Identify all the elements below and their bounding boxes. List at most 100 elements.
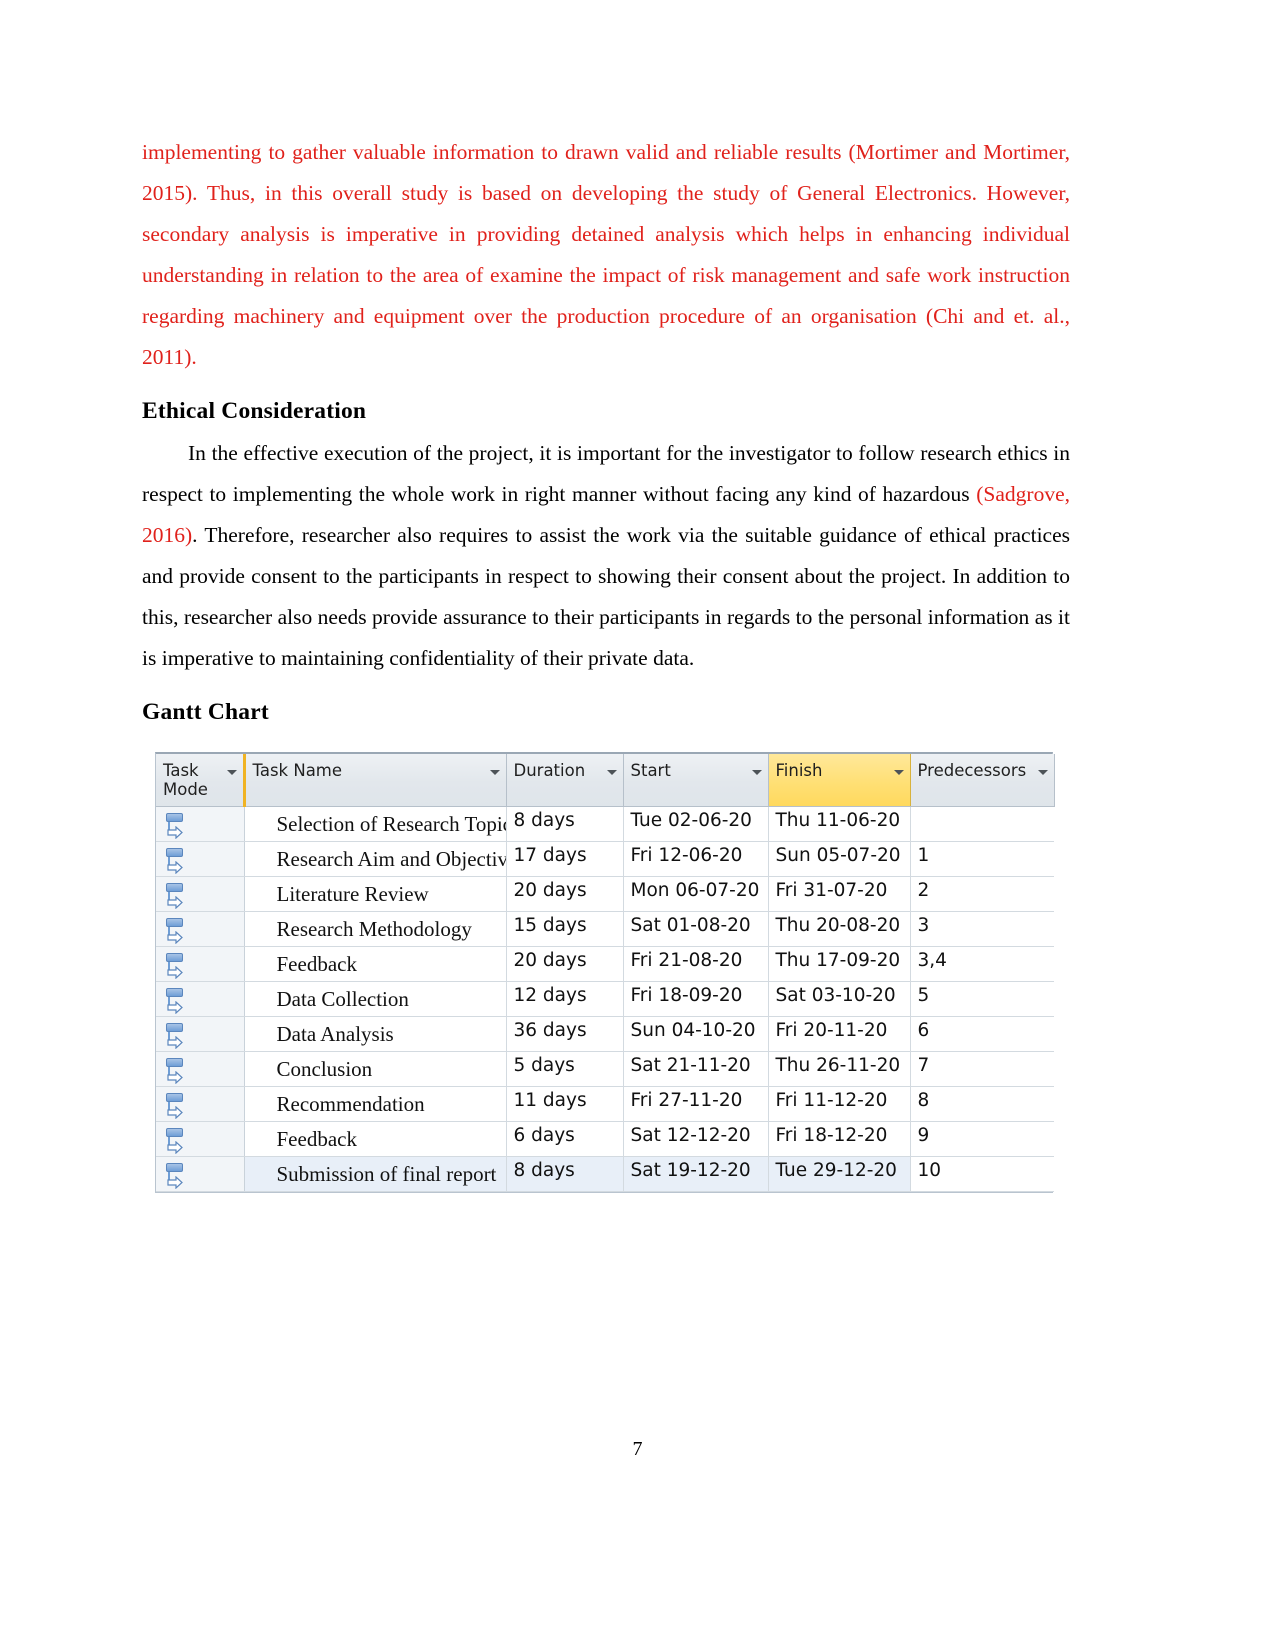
cell-start[interactable]: Fri 21-08-20 bbox=[623, 946, 769, 982]
cell-task-mode[interactable] bbox=[156, 946, 245, 982]
column-header-finish[interactable]: Finish bbox=[767, 754, 911, 807]
cell-task-name[interactable]: Research Aim and Objectives bbox=[244, 841, 507, 877]
cell-task-name[interactable]: Data Analysis bbox=[244, 1016, 507, 1052]
cell-finish[interactable]: Fri 18-12-20 bbox=[768, 1121, 911, 1157]
column-header-start[interactable]: Start bbox=[623, 754, 769, 807]
table-row[interactable]: Data Collection 12 days Fri 18-09-20 Sat 03… bbox=[156, 981, 1054, 1017]
cell-finish[interactable]: Thu 20-08-20 bbox=[768, 911, 911, 947]
cell-start[interactable]: Sat 01-08-20 bbox=[623, 911, 769, 947]
cell-task-name[interactable]: Feedback bbox=[244, 946, 507, 982]
cell-finish[interactable]: Fri 31-07-20 bbox=[768, 876, 911, 912]
table-row[interactable]: Research Aim and Objectives 17 days Fri 12… bbox=[156, 841, 1054, 877]
cell-task-name[interactable]: Recommendation bbox=[244, 1086, 507, 1122]
cell-task-name[interactable]: Selection of Research Topic bbox=[244, 806, 507, 842]
cell-task-name[interactable]: Submission of final report bbox=[244, 1156, 507, 1192]
chevron-down-icon[interactable] bbox=[1037, 770, 1048, 775]
cell-start[interactable]: Fri 12-06-20 bbox=[623, 841, 769, 877]
chevron-down-icon[interactable] bbox=[751, 770, 762, 775]
cell-task-mode[interactable] bbox=[156, 911, 245, 947]
cell-task-mode[interactable] bbox=[156, 806, 245, 842]
cell-predecessors[interactable]: 3,4 bbox=[910, 946, 1054, 982]
table-row[interactable]: Feedback 6 days Sat 12-12-20 Fri 18-12-20 9 bbox=[156, 1121, 1054, 1157]
table-row[interactable]: Literature Review 20 days Mon 06-07-20 Fri … bbox=[156, 876, 1054, 912]
ethical-paragraph-part2: . Therefore, researcher also requires to… bbox=[142, 523, 1070, 670]
cell-task-mode[interactable] bbox=[156, 841, 245, 877]
table-row[interactable]: Submission of final report 8 days Sat 19-1… bbox=[156, 1156, 1054, 1192]
cell-task-mode[interactable] bbox=[156, 876, 245, 912]
cell-duration[interactable]: 8 days bbox=[506, 1156, 624, 1192]
cell-task-name[interactable]: Conclusion bbox=[244, 1051, 507, 1087]
cell-duration[interactable]: 17 days bbox=[506, 841, 624, 877]
column-header-duration[interactable]: Duration bbox=[506, 754, 624, 807]
ethical-paragraph-part1: In the effective execution of the projec… bbox=[142, 441, 1070, 506]
chevron-down-icon[interactable] bbox=[226, 770, 237, 775]
cell-task-name[interactable]: Literature Review bbox=[244, 876, 507, 912]
cell-predecessors[interactable]: 3 bbox=[910, 911, 1054, 947]
cell-task-mode[interactable] bbox=[156, 1016, 245, 1052]
cell-task-mode[interactable] bbox=[156, 1051, 245, 1087]
gantt-table-header: Task Mode Task Name Duration Start Finis… bbox=[156, 754, 1055, 807]
column-header-finish-label: Finish bbox=[775, 761, 823, 780]
cell-task-mode[interactable] bbox=[156, 1121, 245, 1157]
column-header-task-mode-label: Task Mode bbox=[163, 761, 208, 799]
cell-predecessors[interactable]: 5 bbox=[910, 981, 1054, 1017]
cell-start[interactable]: Fri 18-09-20 bbox=[623, 981, 769, 1017]
table-row[interactable]: Recommendation 11 days Fri 27-11-20 Fri 11-… bbox=[156, 1086, 1054, 1122]
cell-task-name[interactable]: Feedback bbox=[244, 1121, 507, 1157]
cell-task-mode[interactable] bbox=[156, 1086, 245, 1122]
chevron-down-icon[interactable] bbox=[893, 770, 904, 775]
cell-duration[interactable]: 8 days bbox=[506, 806, 624, 842]
cell-start[interactable]: Sun 04-10-20 bbox=[623, 1016, 769, 1052]
column-header-task-name[interactable]: Task Name bbox=[242, 754, 507, 807]
cell-duration[interactable]: 6 days bbox=[506, 1121, 624, 1157]
cell-duration[interactable]: 5 days bbox=[506, 1051, 624, 1087]
cell-duration[interactable]: 20 days bbox=[506, 946, 624, 982]
cell-start[interactable]: Sat 19-12-20 bbox=[623, 1156, 769, 1192]
column-header-predecessors-label: Predecessors bbox=[917, 761, 1027, 780]
cell-duration[interactable]: 20 days bbox=[506, 876, 624, 912]
column-header-predecessors[interactable]: Predecessors bbox=[910, 754, 1055, 807]
cell-finish[interactable]: Sat 03-10-20 bbox=[768, 981, 911, 1017]
cell-start[interactable]: Mon 06-07-20 bbox=[623, 876, 769, 912]
cell-finish[interactable]: Tue 29-12-20 bbox=[768, 1156, 911, 1192]
cell-finish[interactable]: Thu 17-09-20 bbox=[768, 946, 911, 982]
cell-duration[interactable]: 11 days bbox=[506, 1086, 624, 1122]
cell-predecessors[interactable]: 1 bbox=[910, 841, 1054, 877]
table-row[interactable]: Research Methodology 15 days Sat 01-08-20 T… bbox=[156, 911, 1054, 947]
table-row[interactable]: Selection of Research Topic 8 days Tue 02-… bbox=[156, 806, 1054, 842]
cell-duration[interactable]: 36 days bbox=[506, 1016, 624, 1052]
column-header-task-name-label: Task Name bbox=[252, 761, 343, 780]
cell-start[interactable]: Tue 02-06-20 bbox=[623, 806, 769, 842]
cell-duration[interactable]: 12 days bbox=[506, 981, 624, 1017]
cell-finish[interactable]: Fri 11-12-20 bbox=[768, 1086, 911, 1122]
table-row[interactable]: Conclusion 5 days Sat 21-11-20 Thu 26-11-20… bbox=[156, 1051, 1054, 1087]
table-row[interactable]: Data Analysis 36 days Sun 04-10-20 Fri 20-1… bbox=[156, 1016, 1054, 1052]
cell-finish[interactable]: Thu 26-11-20 bbox=[768, 1051, 911, 1087]
cell-finish[interactable]: Thu 11-06-20 bbox=[768, 806, 911, 842]
cell-predecessors[interactable] bbox=[910, 806, 1054, 842]
cell-predecessors[interactable]: 6 bbox=[910, 1016, 1054, 1052]
document-page: implementing to gather valuable informat… bbox=[0, 0, 1275, 1650]
chevron-down-icon[interactable] bbox=[606, 770, 617, 775]
column-header-task-mode[interactable]: Task Mode bbox=[156, 754, 245, 807]
cell-finish[interactable]: Fri 20-11-20 bbox=[768, 1016, 911, 1052]
cell-task-mode[interactable] bbox=[156, 1156, 245, 1192]
cell-task-name[interactable]: Research Methodology bbox=[244, 911, 507, 947]
gantt-chart-table-container: Task Mode Task Name Duration Start Finis… bbox=[155, 752, 1055, 1193]
cell-task-mode[interactable] bbox=[156, 981, 245, 1017]
cell-predecessors[interactable]: 2 bbox=[910, 876, 1054, 912]
cell-start[interactable]: Sat 12-12-20 bbox=[623, 1121, 769, 1157]
cell-predecessors[interactable]: 8 bbox=[910, 1086, 1054, 1122]
cell-predecessors[interactable]: 10 bbox=[910, 1156, 1054, 1192]
cell-duration[interactable]: 15 days bbox=[506, 911, 624, 947]
table-row[interactable]: Feedback 20 days Fri 21-08-20 Thu 17-09-20 3… bbox=[156, 946, 1054, 982]
page-content: implementing to gather valuable informat… bbox=[142, 132, 1070, 1193]
cell-task-name[interactable]: Data Collection bbox=[244, 981, 507, 1017]
chevron-down-icon[interactable] bbox=[489, 770, 500, 775]
cell-start[interactable]: Fri 27-11-20 bbox=[623, 1086, 769, 1122]
cell-start[interactable]: Sat 21-11-20 bbox=[623, 1051, 769, 1087]
cell-predecessors[interactable]: 9 bbox=[910, 1121, 1054, 1157]
cell-predecessors[interactable]: 7 bbox=[910, 1051, 1054, 1087]
page-number: 7 bbox=[632, 1438, 643, 1460]
cell-finish[interactable]: Sun 05-07-20 bbox=[768, 841, 911, 877]
